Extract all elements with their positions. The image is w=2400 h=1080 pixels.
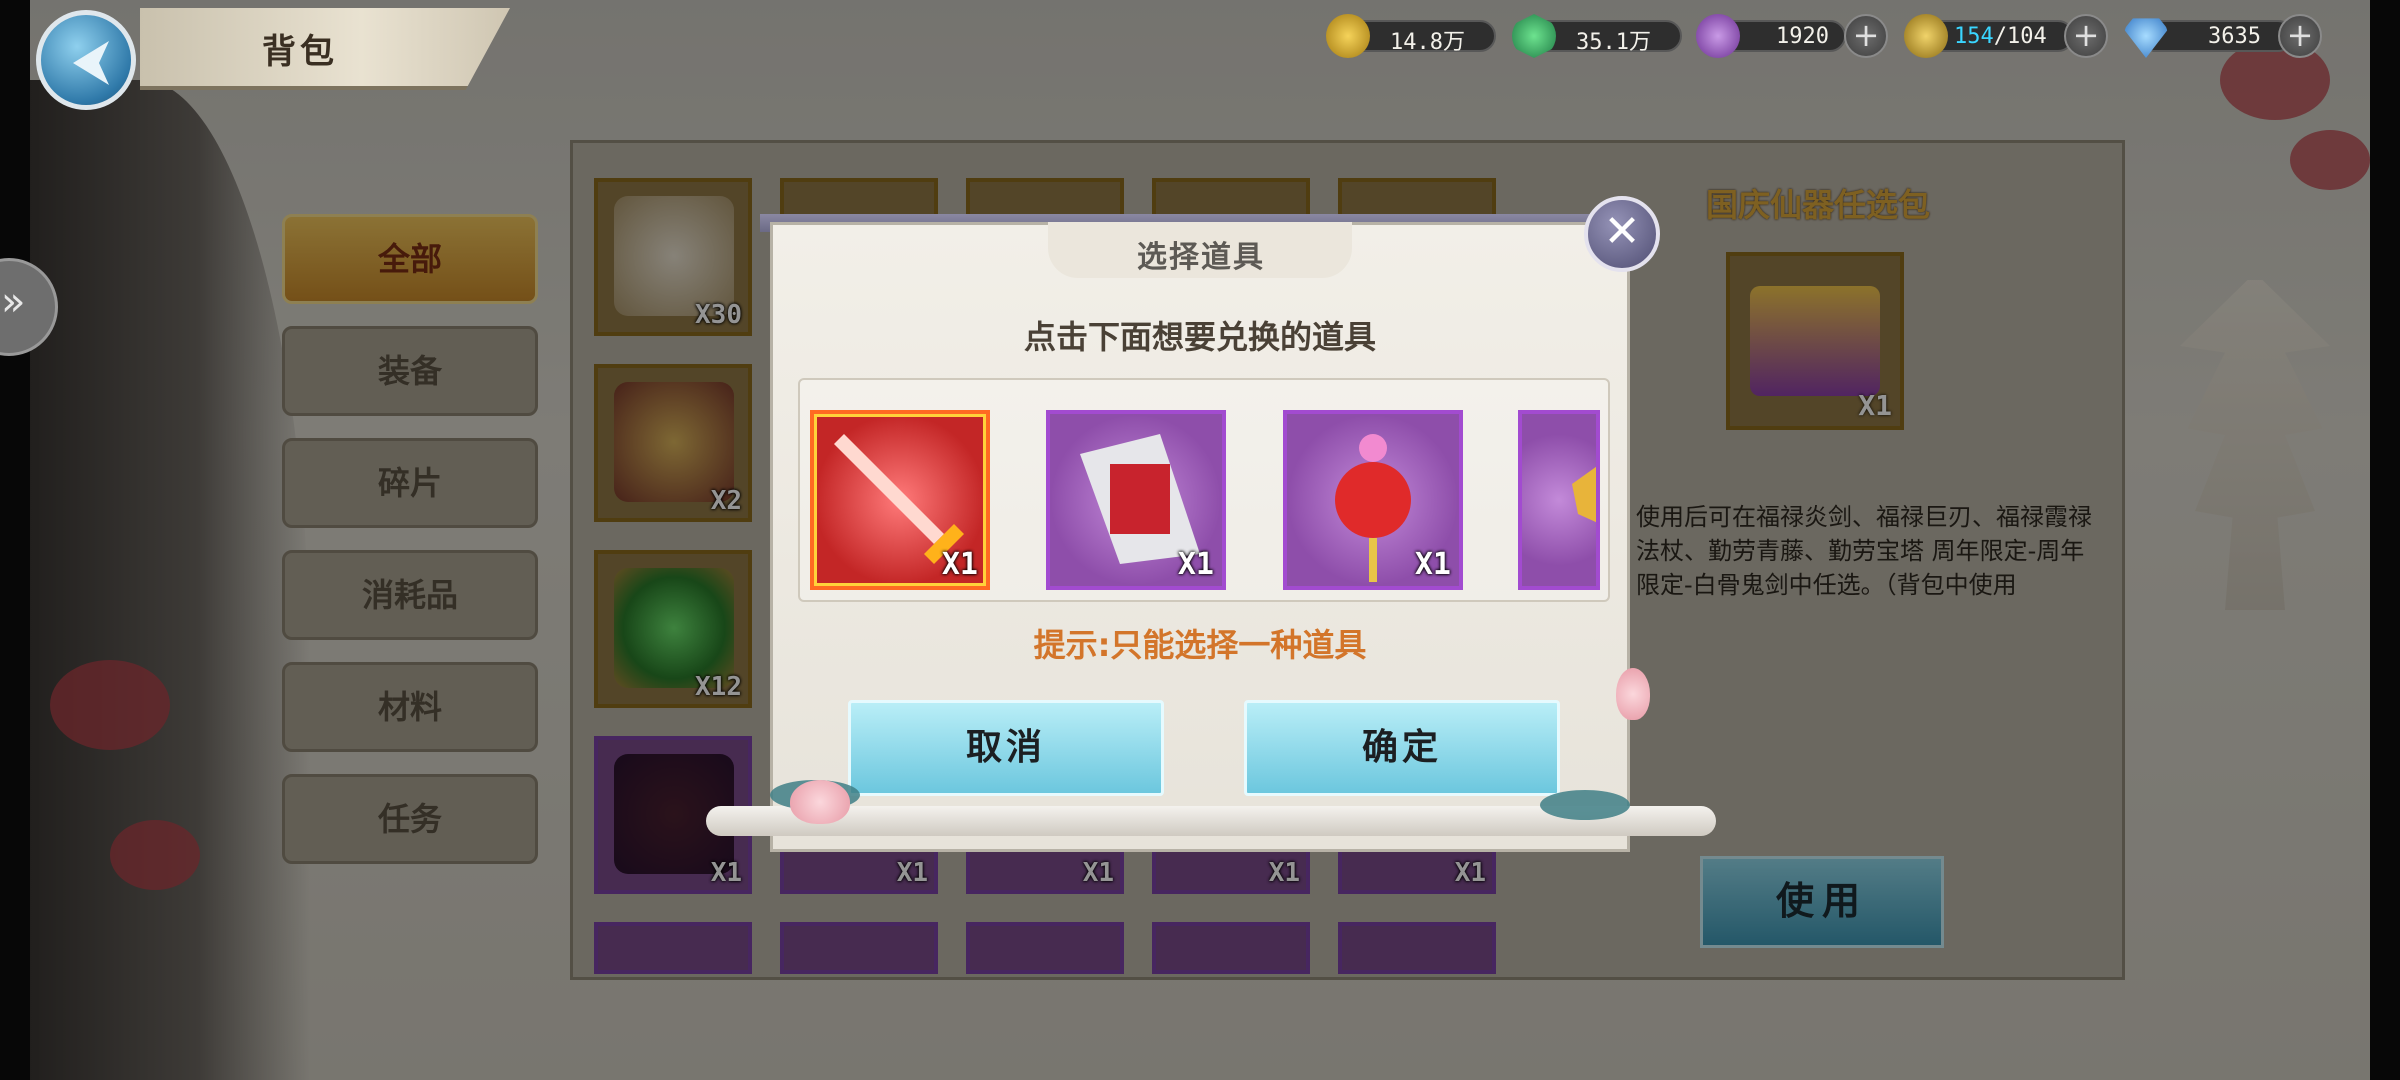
- currency-value: 154/104: [1954, 24, 2047, 49]
- add-diamond-button[interactable]: +: [2278, 14, 2322, 58]
- dialog-title: 选择道具: [1137, 240, 1265, 275]
- currency-value: 14.8万: [1390, 30, 1465, 55]
- game-screen: 全部 装备 碎片 消耗品 材料 任务 X30 X2 X12 X1 X1 X1 X…: [0, 0, 2400, 1080]
- currency-stamina: 154/104: [1904, 14, 2074, 58]
- page-title: 背包: [262, 32, 338, 72]
- confirm-button[interactable]: 确定: [1244, 700, 1560, 796]
- currency-jade: 35.1万: [1512, 14, 1682, 58]
- partial-item-icon: [1572, 466, 1596, 523]
- close-button[interactable]: ✕: [1584, 196, 1660, 272]
- dialog-instruction: 点击下面想要兑换的道具: [1023, 318, 1376, 356]
- choice-count: X1: [1177, 547, 1214, 582]
- stamina-current: 154: [1954, 24, 1994, 49]
- choice-count: X1: [1414, 547, 1451, 582]
- add-stamina-button[interactable]: +: [2064, 14, 2108, 58]
- back-arrow-icon: [73, 41, 109, 85]
- lotus-decoration: [790, 780, 850, 824]
- stamina-icon: [1904, 14, 1948, 58]
- back-button[interactable]: [36, 10, 136, 110]
- choice-flame-sword[interactable]: X1: [810, 410, 990, 590]
- choice-count: X1: [941, 547, 978, 582]
- cancel-button[interactable]: 取消: [848, 700, 1164, 796]
- currency-diamond: 3635: [2124, 14, 2294, 58]
- gold-coin-icon: [1326, 14, 1370, 58]
- lotus-decoration: [1616, 668, 1650, 720]
- choice-staff[interactable]: X1: [1283, 410, 1463, 590]
- choice-giant-blade[interactable]: X1: [1046, 410, 1226, 590]
- close-icon: ✕: [1603, 206, 1641, 257]
- currency-value: 35.1万: [1576, 30, 1651, 55]
- add-spirit-button[interactable]: +: [1844, 14, 1888, 58]
- lotus-leaf-decoration: [1540, 790, 1630, 820]
- dialog-hint: 提示:只能选择一种道具: [1033, 626, 1367, 664]
- stamina-max: /104: [1993, 24, 2047, 49]
- currency-value: 1920: [1776, 24, 1829, 49]
- currency-value: 3635: [2208, 24, 2261, 49]
- choice-partial[interactable]: [1518, 410, 1600, 590]
- currency-gold: 14.8万: [1326, 14, 1496, 58]
- currency-spirit: 1920: [1696, 14, 1846, 58]
- double-chevron-icon: »: [1, 279, 26, 325]
- spirit-orb-icon: [1696, 14, 1740, 58]
